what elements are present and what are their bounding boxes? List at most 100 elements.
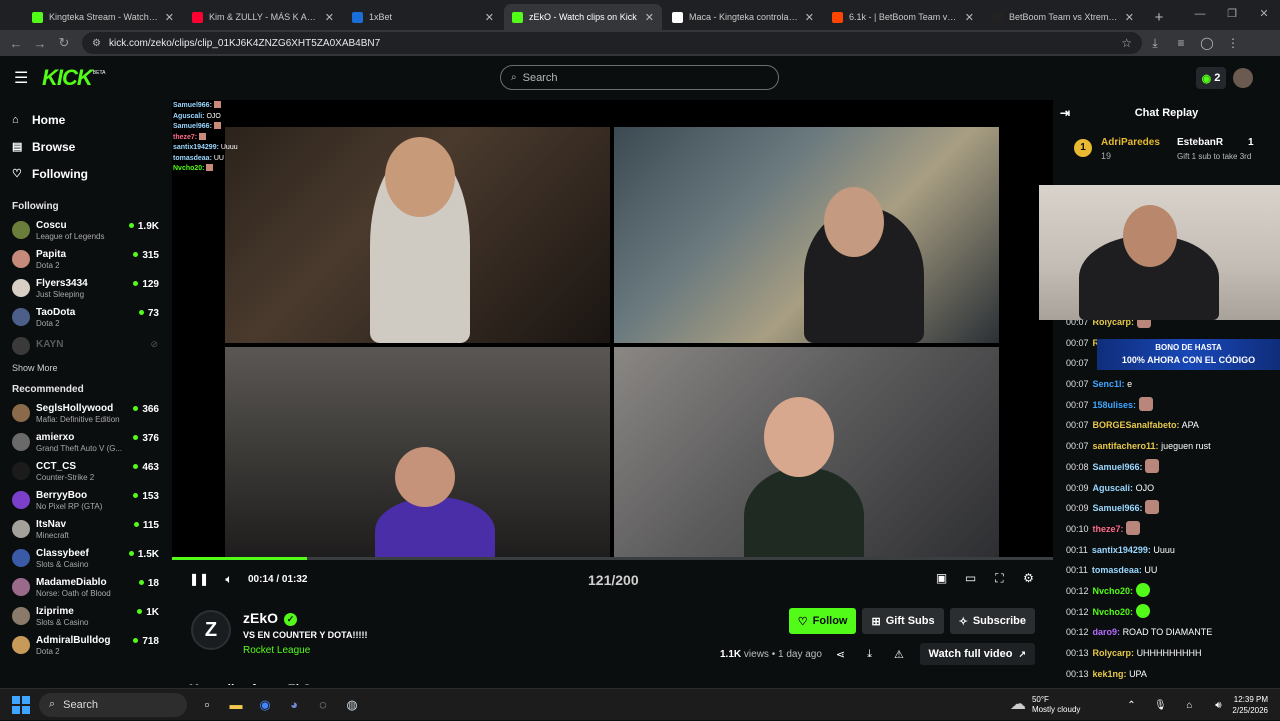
browser-tab[interactable]: 1xBet ✕ bbox=[344, 4, 502, 30]
app-icon[interactable]: ◌ bbox=[309, 693, 337, 717]
chat-message: 00:12 Nvcho20: bbox=[1053, 581, 1280, 602]
theater-mode-icon[interactable]: ▭ bbox=[956, 571, 985, 586]
sidebar-item-following[interactable]: ♡ Following bbox=[0, 160, 170, 187]
channel-item[interactable]: ItsNav Minecraft 115 bbox=[0, 515, 170, 544]
close-window-icon[interactable]: ✕ bbox=[1248, 0, 1280, 28]
follow-button[interactable]: ♡ Follow bbox=[788, 608, 857, 634]
file-explorer-icon[interactable]: ▬ bbox=[222, 693, 250, 717]
channel-item[interactable]: BerryyBoo No Pixel RP (GTA) 153 bbox=[0, 486, 170, 515]
settings-icon[interactable]: ⚙ bbox=[1014, 571, 1043, 586]
tab-close-icon[interactable]: ✕ bbox=[485, 11, 494, 24]
message-user[interactable]: Samuel966: bbox=[1093, 462, 1143, 472]
message-user[interactable]: Senc1l: bbox=[1093, 379, 1125, 389]
clock[interactable]: 12:39 PM 2/25/2026 bbox=[1232, 694, 1268, 716]
tab-close-icon[interactable]: ✕ bbox=[165, 11, 174, 24]
profile-icon[interactable]: ◯ bbox=[1194, 36, 1220, 50]
message-user[interactable]: theze7: bbox=[1093, 524, 1124, 534]
task-view-icon[interactable]: ▫ bbox=[193, 693, 221, 717]
media-icon[interactable]: ≡ bbox=[1168, 36, 1194, 50]
message-user[interactable]: Nvcho20: bbox=[1093, 607, 1134, 617]
message-user[interactable]: daro9: bbox=[1093, 627, 1121, 637]
gift-subs-button[interactable]: ⊞ Gift Subs bbox=[862, 608, 944, 634]
new-tab-button[interactable]: + bbox=[1146, 4, 1172, 30]
sidebar-item-browse[interactable]: ▤ Browse bbox=[0, 133, 170, 160]
message-user[interactable]: kek1ng: bbox=[1093, 669, 1127, 679]
taskbar-search[interactable]: ⌕ Search bbox=[39, 692, 187, 717]
report-icon[interactable]: ⚠ bbox=[894, 648, 904, 661]
miniplayer-icon[interactable]: ▣ bbox=[927, 571, 956, 586]
browser-menu-icon[interactable]: ⋮ bbox=[1220, 36, 1246, 50]
message-user[interactable]: santifachero11: bbox=[1093, 441, 1159, 451]
speaker-icon[interactable]: 🔊︎ bbox=[1204, 693, 1232, 717]
sidebar-item-home[interactable]: ⌂ Home bbox=[0, 106, 170, 133]
back-icon[interactable]: ← bbox=[4, 36, 28, 51]
subscribe-button[interactable]: ✧ Subscribe bbox=[949, 608, 1035, 634]
category-link[interactable]: Rocket League bbox=[243, 645, 310, 656]
channel-item[interactable]: SeglsHollywood Mafia: Definitive Edition 3… bbox=[0, 399, 170, 428]
chrome-icon[interactable]: ◉ bbox=[251, 693, 279, 717]
tab-close-icon[interactable]: ✕ bbox=[805, 11, 814, 24]
download-icon[interactable]: ⤓ bbox=[1142, 36, 1168, 51]
channel-name[interactable]: zEkO ✓ bbox=[243, 610, 298, 626]
message-user[interactable]: 158ulises: bbox=[1093, 400, 1137, 410]
network-icon[interactable]: ⌂ bbox=[1175, 693, 1203, 717]
user-avatar[interactable] bbox=[1233, 68, 1253, 88]
message-user[interactable]: BORGESanalfabeto: bbox=[1093, 420, 1180, 430]
weather-widget[interactable]: ☁ 50°F Mostly cloudy bbox=[1010, 695, 1080, 715]
video-player[interactable] bbox=[172, 100, 1053, 565]
pause-icon[interactable]: ❚❚ bbox=[184, 572, 214, 586]
promo-banner[interactable]: BONO DE HASTA 100% AHORA CON EL CÓDIGO bbox=[1097, 339, 1280, 370]
channel-item[interactable]: Iziprime Slots & Casino 1K bbox=[0, 602, 170, 631]
download-clip-icon[interactable]: ⤓ bbox=[867, 648, 872, 661]
site-info-icon[interactable]: ⚙ bbox=[92, 38, 101, 49]
watch-full-video-button[interactable]: Watch full video ↗ bbox=[919, 643, 1035, 665]
fullscreen-icon[interactable]: ⛶ bbox=[985, 571, 1014, 586]
kick-logo[interactable]: KICK bbox=[42, 65, 93, 91]
channel-item[interactable]: MadameDiablo Norse: Oath of Blood 18 bbox=[0, 573, 170, 602]
bookmark-star-icon[interactable]: ☆ bbox=[1121, 36, 1132, 50]
browser-tab[interactable]: Maca - Kingteka controla a tu e ✕ bbox=[664, 4, 822, 30]
channel-item[interactable]: amierxo Grand Theft Auto V (G... 376 bbox=[0, 428, 170, 457]
discord-icon[interactable]: ◕ bbox=[280, 693, 308, 717]
tab-close-icon[interactable]: ✕ bbox=[325, 11, 334, 24]
channel-item[interactable]: AdmiralBulldog Dota 2 718 bbox=[0, 631, 170, 660]
search-input[interactable]: ⌕ Search bbox=[500, 65, 779, 90]
browser-tab[interactable]: 6.1k - | BetBoom Team vs Xtrem ✕ bbox=[824, 4, 982, 30]
reload-icon[interactable]: ↻ bbox=[52, 35, 76, 51]
channel-item[interactable]: Coscu League of Legends 1.9K bbox=[0, 216, 170, 245]
url-input[interactable]: ⚙ kick.com/zeko/clips/clip_01KJ6K4ZNZG6X… bbox=[82, 32, 1142, 54]
browser-tab[interactable]: Kingteka Stream - Watch Live o ✕ bbox=[24, 4, 182, 30]
tab-close-icon[interactable]: ✕ bbox=[1125, 11, 1134, 24]
hamburger-menu-icon[interactable]: ☰ bbox=[14, 68, 34, 88]
channel-item[interactable]: Classybeef Slots & Casino 1.5K bbox=[0, 544, 170, 573]
collapse-chat-icon[interactable]: ⇥ bbox=[1060, 106, 1070, 120]
message-user[interactable]: tomasdeaa: bbox=[1092, 565, 1142, 575]
message-user[interactable]: Rolycarp: bbox=[1093, 648, 1135, 658]
show-more-link[interactable]: Show More bbox=[0, 358, 170, 378]
tab-close-icon[interactable]: ✕ bbox=[645, 11, 654, 24]
message-user[interactable]: Nvcho20: bbox=[1093, 586, 1134, 596]
channel-item[interactable]: Flyers3434 Just Sleeping 129 bbox=[0, 274, 170, 303]
browser-tab[interactable]: Kim & ZULLY - MÁS K AMIGOS ✕ bbox=[184, 4, 342, 30]
windows-start-icon[interactable] bbox=[12, 695, 30, 714]
browser-tab[interactable]: BetBoom Team vs Xtreme Gam ✕ bbox=[984, 4, 1142, 30]
volume-icon[interactable]: 🔈︎ bbox=[214, 572, 244, 587]
channel-avatar[interactable]: Z bbox=[191, 610, 231, 650]
channel-item[interactable]: Papita Dota 2 315 bbox=[0, 245, 170, 274]
message-user[interactable]: Samuel966: bbox=[1093, 503, 1143, 513]
channel-offline[interactable]: KAYN ⊘ bbox=[0, 332, 170, 358]
tab-close-icon[interactable]: ✕ bbox=[965, 11, 974, 24]
channel-item[interactable]: CCT_CS Counter-Strike 2 463 bbox=[0, 457, 170, 486]
message-user[interactable]: santix194299: bbox=[1092, 545, 1151, 555]
maximize-icon[interactable]: ❐ bbox=[1216, 0, 1248, 28]
share-icon[interactable]: ⋖ bbox=[836, 648, 845, 661]
channel-item[interactable]: TaoDota Dota 2 73 bbox=[0, 303, 170, 332]
microphone-icon[interactable]: 🎙︎ bbox=[1146, 693, 1174, 717]
minimize-icon[interactable]: — bbox=[1184, 0, 1216, 28]
browser-tab[interactable]: zEkO - Watch clips on Kick ✕ bbox=[504, 4, 662, 30]
tray-chevron-icon[interactable]: ⌃ bbox=[1117, 693, 1145, 717]
kick-points-badge[interactable]: ◉ 2 bbox=[1196, 67, 1226, 89]
steam-icon[interactable]: ◍ bbox=[338, 693, 366, 717]
message-user[interactable]: Aguscali: bbox=[1093, 483, 1134, 493]
forward-icon[interactable]: → bbox=[28, 36, 52, 51]
